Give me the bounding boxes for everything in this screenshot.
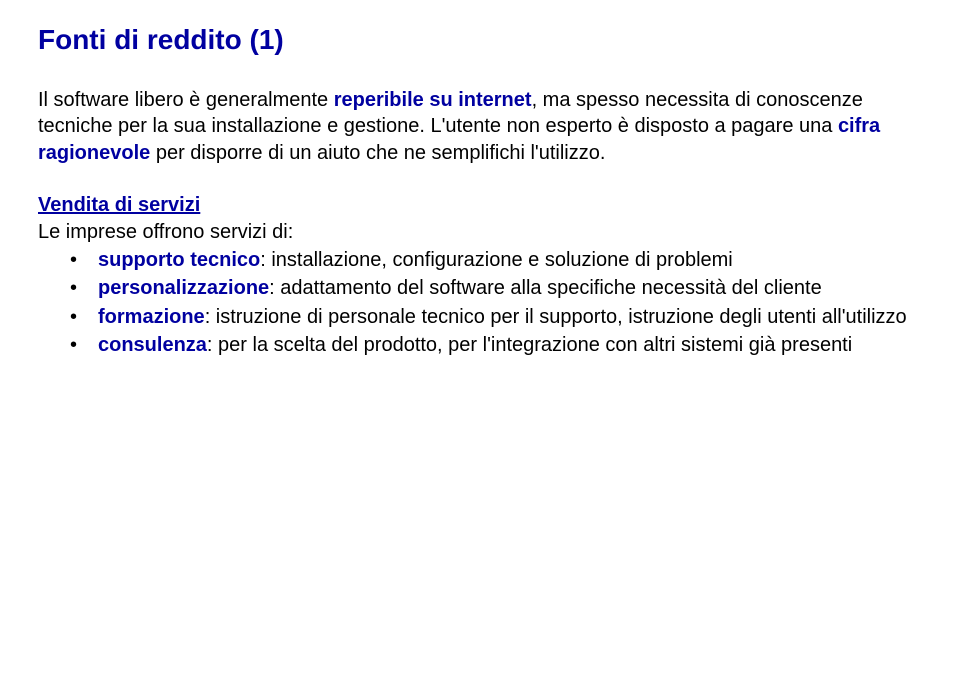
keyword-reperibile: reperibile su internet (334, 89, 532, 111)
list-item: supporto tecnico: installazione, configu… (70, 247, 922, 273)
item-key: supporto tecnico (98, 249, 260, 271)
intro-text-3: per disporre di un aiuto che ne semplifi… (150, 142, 605, 164)
intro-paragraph: Il software libero è generalmente reperi… (38, 87, 922, 166)
list-item: consulenza: per la scelta del prodotto, … (70, 332, 922, 358)
item-key: formazione (98, 306, 205, 328)
item-desc: : adattamento del software alla specific… (269, 277, 822, 299)
item-desc: : installazione, configurazione e soluzi… (260, 249, 733, 271)
item-desc: : per la scelta del prodotto, per l'inte… (207, 334, 852, 356)
services-list: supporto tecnico: installazione, configu… (70, 247, 922, 359)
intro-text-1: Il software libero è generalmente (38, 89, 334, 111)
page-title: Fonti di reddito (1) (38, 22, 922, 59)
item-desc: : istruzione di personale tecnico per il… (205, 306, 907, 328)
list-item: formazione: istruzione di personale tecn… (70, 304, 922, 330)
section-lead: Le imprese offrono servizi di: (38, 219, 922, 245)
section-heading: Vendita di servizi (38, 192, 922, 218)
item-key: personalizzazione (98, 277, 269, 299)
item-key: consulenza (98, 334, 207, 356)
list-item: personalizzazione: adattamento del softw… (70, 275, 922, 301)
services-section: Vendita di servizi Le imprese offrono se… (38, 192, 922, 358)
